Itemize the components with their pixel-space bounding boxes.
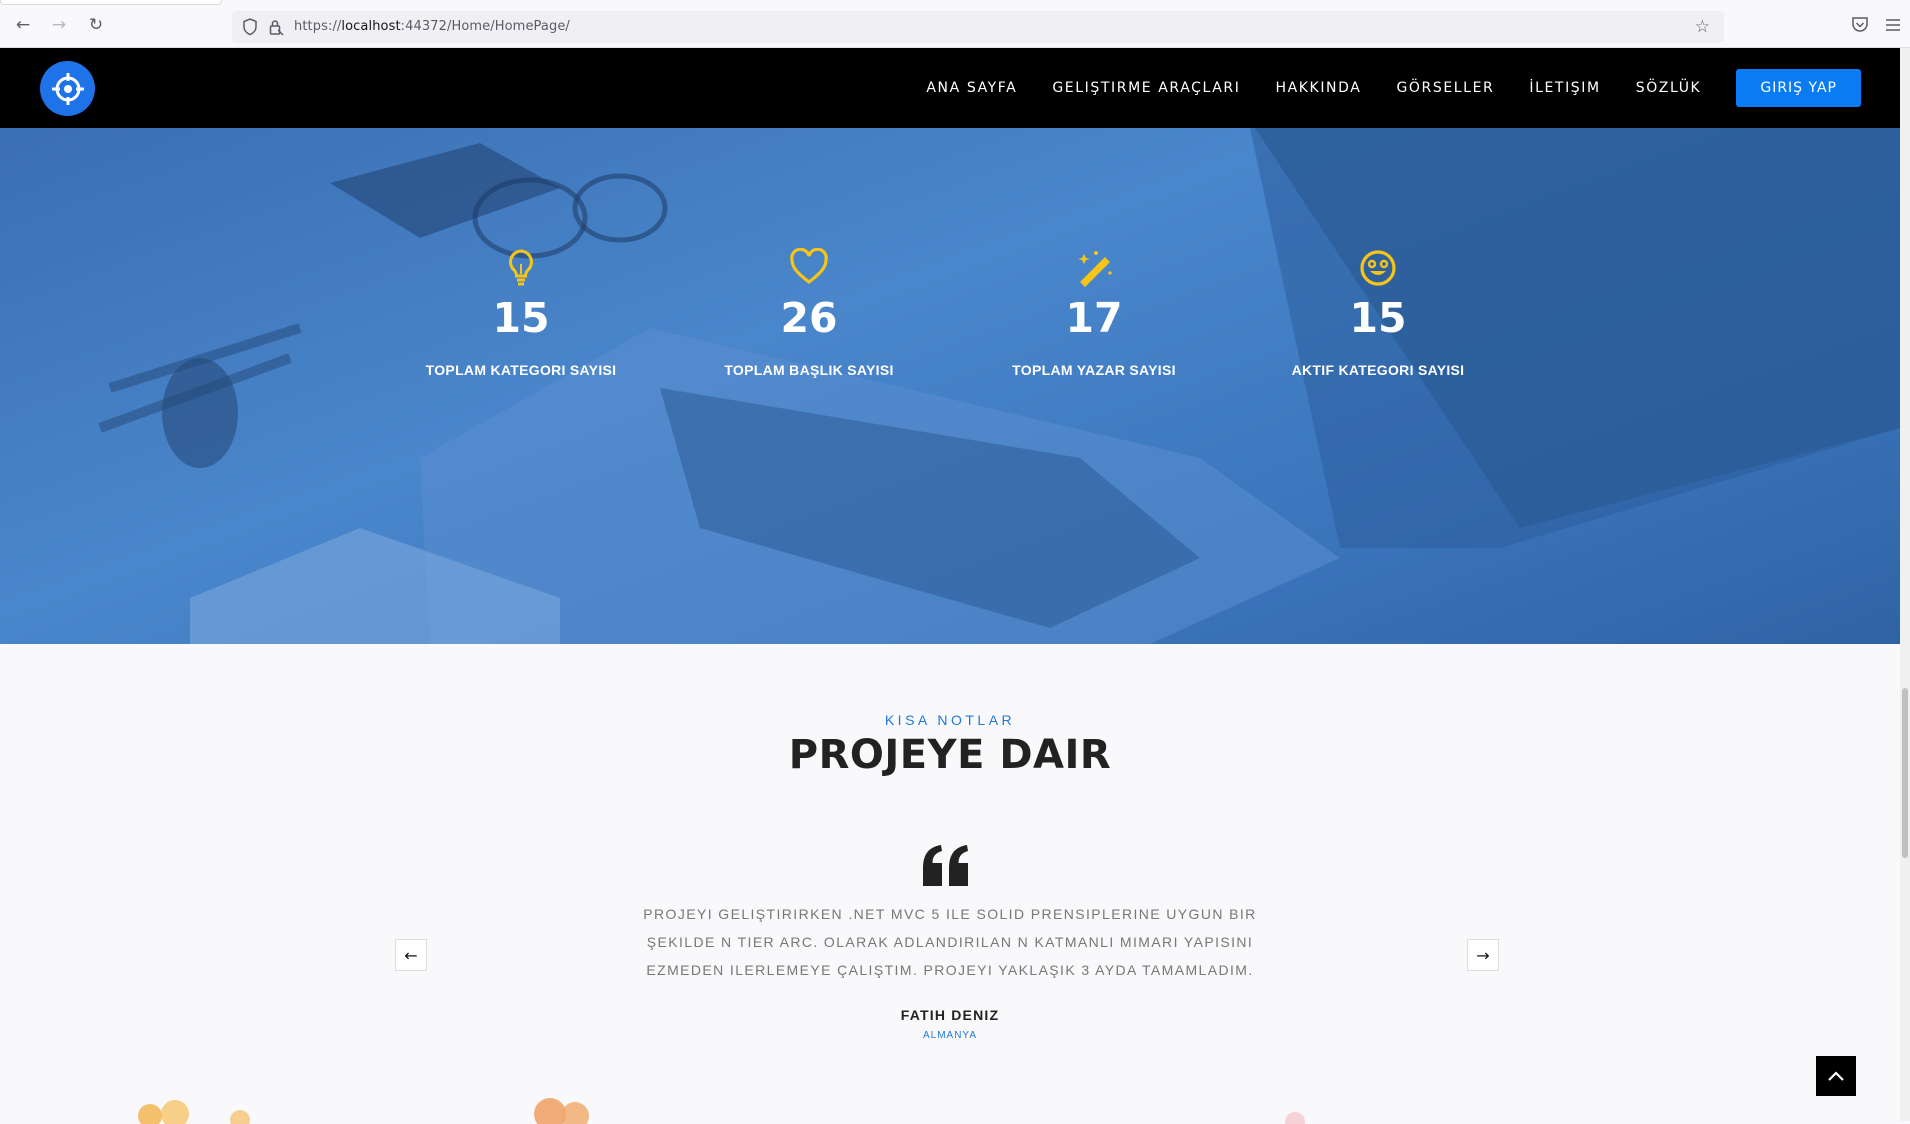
nav-item-about[interactable]: HAKKINDA [1275, 80, 1361, 96]
stat-item: 15 TOPLAM KATEGORI SAYISI [371, 248, 671, 378]
stat-value: 26 [780, 294, 838, 342]
pocket-icon[interactable] [1850, 16, 1870, 34]
browser-toolbar: ← → ↻ https://localhost:44372/Home/HomeP… [0, 0, 1910, 48]
stat-label: TOPLAM BAŞLIK SAYISI [724, 362, 894, 378]
page-scrollbar[interactable] [1900, 48, 1910, 1121]
bookmark-star-icon[interactable]: ☆ [1695, 17, 1710, 37]
magic-wand-icon [944, 248, 1244, 292]
section-subtitle: KISA NOTLAR [884, 712, 1016, 728]
stat-item: 26 TOPLAM BAŞLIK SAYISI [659, 248, 959, 378]
nav-links: ANA SAYFA GELIŞTIRME ARAÇLARI HAKKINDA G… [926, 48, 1900, 128]
stat-value: 15 [492, 294, 550, 342]
stat-label: AKTIF KATEGORI SAYISI [1291, 362, 1465, 378]
lock-icon[interactable] [266, 17, 286, 37]
forward-icon[interactable]: → [48, 14, 70, 36]
nav-item-dev-tools[interactable]: GELIŞTIRME ARAÇLARI [1052, 80, 1240, 96]
stat-item: 15 AKTIF KATEGORI SAYISI [1228, 248, 1528, 378]
stats-row: 15 TOPLAM KATEGORI SAYISI 26 TOPLAM BAŞL… [0, 128, 1900, 644]
stat-value: 15 [1349, 294, 1407, 342]
nav-item-images[interactable]: GÖRSELLER [1396, 80, 1494, 96]
nav-item-contact[interactable]: İLETIŞIM [1529, 80, 1600, 96]
chevron-up-icon [1828, 1071, 1844, 1081]
browser-tab[interactable] [0, 0, 222, 5]
back-to-top-button[interactable] [1816, 1056, 1856, 1096]
smiley-icon [1228, 248, 1528, 292]
scrollbar-thumb[interactable] [1902, 688, 1908, 858]
quote-icon [923, 845, 968, 886]
reload-icon[interactable]: ↻ [85, 14, 107, 36]
testimonial-location: ALMANYA [922, 1030, 978, 1041]
heart-icon [659, 248, 959, 292]
testimonial-text: PROJEYI GELIŞTIRIRKEN .NET MVC 5 ILE SOL… [643, 906, 1257, 978]
back-icon[interactable]: ← [12, 14, 34, 36]
stat-value: 17 [1065, 294, 1123, 342]
notes-section: KISA NOTLAR PROJEYE DAIR PROJEYI GELIŞTI… [0, 644, 1900, 1124]
url-text[interactable]: https://localhost:44372/Home/HomePage/ [294, 19, 570, 34]
carousel-next-button[interactable]: → [1467, 939, 1499, 971]
nav-item-dictionary[interactable]: SÖZLÜK [1636, 80, 1702, 96]
carousel-prev-button[interactable]: ← [395, 939, 427, 971]
stat-label: TOPLAM YAZAR SAYISI [1012, 362, 1176, 378]
lightbulb-icon [371, 248, 671, 292]
address-bar[interactable]: https://localhost:44372/Home/HomePage/ ☆ [232, 11, 1724, 43]
site-navbar: ANA SAYFA GELIŞTIRME ARAÇLARI HAKKINDA G… [0, 48, 1900, 128]
shield-icon[interactable] [240, 17, 260, 37]
stats-hero: 15 TOPLAM KATEGORI SAYISI 26 TOPLAM BAŞL… [0, 128, 1900, 644]
logo-icon[interactable] [40, 61, 95, 116]
login-button[interactable]: GIRIŞ YAP [1736, 69, 1861, 107]
section-title: PROJEYE DAIR [788, 732, 1112, 778]
nav-item-home[interactable]: ANA SAYFA [926, 80, 1017, 96]
testimonial-author: FATIH DENIZ [900, 1007, 1000, 1023]
flowers-image [138, 1098, 1305, 1124]
hamburger-menu-icon[interactable] [1884, 17, 1902, 33]
stat-label: TOPLAM KATEGORI SAYISI [425, 362, 617, 378]
stat-item: 17 TOPLAM YAZAR SAYISI [944, 248, 1244, 378]
